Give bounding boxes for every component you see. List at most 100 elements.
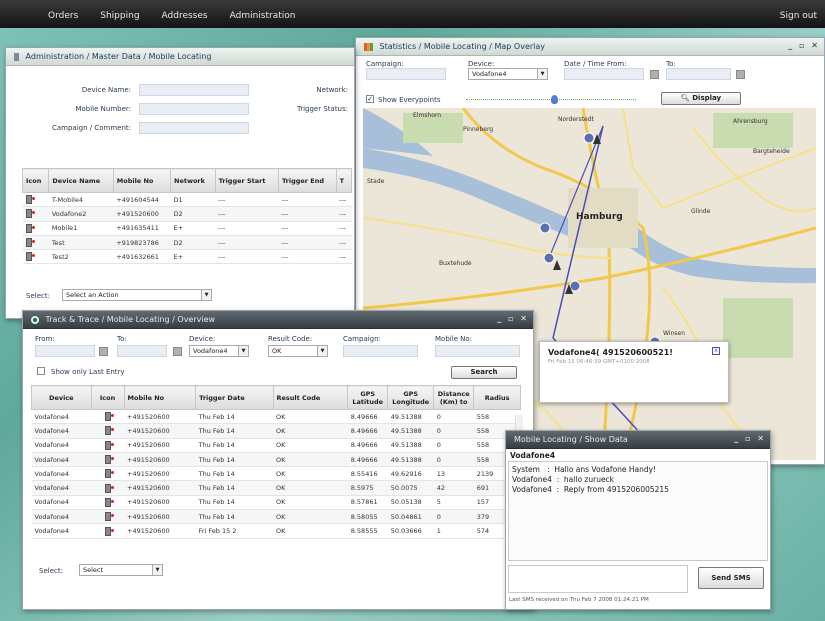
campaign-input[interactable] — [343, 345, 418, 357]
sign-out-link[interactable]: Sign out — [780, 11, 817, 21]
phone-icon — [104, 497, 114, 507]
map-place-label: Stade — [367, 178, 385, 185]
table-row[interactable]: Vodafone4 +491520600 Thu Feb 14 OK 8.597… — [31, 480, 521, 496]
phone-icon — [25, 252, 35, 262]
result-code-label: Result Code: — [268, 335, 313, 343]
column-header[interactable]: Mobile No — [123, 385, 197, 410]
slider-handle[interactable] — [551, 95, 559, 104]
search-icon — [31, 315, 39, 324]
column-header[interactable]: Icon — [21, 168, 50, 193]
device-select[interactable]: Vodafone4 ▼ — [468, 68, 548, 80]
nav-administration[interactable]: Administration — [230, 11, 296, 21]
calendar-icon[interactable] — [650, 70, 659, 79]
table-row[interactable]: Test2 +491632661 E+ --- --- --- — [22, 249, 352, 265]
show-last-entry-checkbox[interactable] — [37, 367, 45, 375]
device-select-value: Vodafone4 — [193, 347, 228, 355]
table-row[interactable]: Vodafone4 +491520600 Thu Feb 14 OK 8.496… — [31, 438, 521, 453]
show-data-titlebar[interactable]: Mobile Locating / Show Data _ ▫ ✕ — [506, 431, 770, 449]
result-code-select[interactable]: OK ▼ — [268, 345, 328, 357]
show-data-title: Mobile Locating / Show Data — [514, 435, 628, 444]
track-window-titlebar[interactable]: Track & Trace / Mobile Locating / Overvi… — [23, 311, 533, 329]
to-date-input[interactable] — [117, 345, 167, 357]
table-row[interactable]: Vodafone4 +491520600 Thu Feb 14 OK 8.496… — [31, 409, 521, 425]
cell-longitude: 49.51388 — [387, 409, 434, 425]
window-controls[interactable]: _ ▫ ✕ — [788, 41, 820, 50]
mobile-number-input[interactable] — [139, 103, 249, 115]
date-from-label: Date / Time From: — [564, 60, 627, 68]
window-controls[interactable]: _ ▫ ✕ — [734, 434, 766, 443]
message-log: System : Hallo ans Vodafone Handy! Vodaf… — [508, 461, 768, 561]
column-header[interactable]: T — [335, 168, 353, 193]
show-everypoints-checkbox[interactable]: ✓ — [366, 95, 374, 103]
campaign-comment-input[interactable] — [139, 122, 249, 134]
column-header[interactable]: Mobile No — [112, 168, 172, 193]
map-place-label: Pinneberg — [463, 126, 494, 133]
phone-icon — [104, 426, 114, 436]
table-row[interactable]: Vodafone2 +491520600 D2 --- --- --- — [22, 206, 352, 222]
calendar-icon[interactable] — [736, 70, 745, 79]
column-header[interactable]: Device — [31, 385, 92, 410]
table-row[interactable]: Vodafone4 +491520600 Thu Feb 14 OK 8.578… — [31, 495, 521, 511]
table-row[interactable]: Vodafone4 +491520600 Thu Feb 14 OK 8.580… — [31, 509, 521, 525]
phone-icon — [104, 469, 114, 479]
cell-t: --- — [336, 221, 352, 236]
icon-cell — [91, 466, 125, 482]
calendar-icon[interactable] — [99, 347, 108, 356]
device-name-input[interactable] — [139, 84, 249, 96]
cell-result-code: OK — [273, 409, 348, 425]
table-row[interactable]: T-Mobile4 +491604544 D1 --- --- --- — [22, 192, 352, 208]
column-header[interactable]: Network — [170, 168, 216, 193]
action-select[interactable]: Select an Action ▼ — [62, 289, 212, 301]
cell-mobile: +491520600 — [124, 452, 196, 468]
map-place-label: Elmshorn — [413, 112, 442, 119]
column-header[interactable]: Trigger Date — [195, 385, 274, 410]
admin-window-titlebar[interactable]: Administration / Master Data / Mobile Lo… — [6, 48, 354, 66]
message-line: Vodafone4 : Reply from 4915206005215 — [512, 485, 669, 494]
cell-device-name: Mobile1 — [48, 221, 114, 236]
cell-result-code: OK — [273, 423, 348, 439]
column-header[interactable]: Radius — [473, 385, 521, 410]
phone-icon — [25, 195, 35, 205]
cell-device: Vodafone4 — [31, 452, 92, 468]
send-sms-button[interactable]: Send SMS — [698, 567, 764, 589]
mobile-no-input[interactable] — [435, 345, 520, 357]
icon-cell — [91, 452, 125, 468]
display-button[interactable]: 🔍︎ Display — [661, 92, 741, 105]
cell-mobile: +491520600 — [124, 509, 196, 525]
date-to-input[interactable] — [666, 68, 731, 80]
table-row[interactable]: Vodafone4 +491520600 Thu Feb 14 OK 8.496… — [31, 423, 521, 439]
column-header[interactable]: Trigger End — [277, 168, 337, 193]
map-window-titlebar[interactable]: Statistics / Mobile Locating / Map Overl… — [356, 38, 824, 56]
table-row[interactable]: Vodafone4 +491520600 Thu Feb 14 OK 8.554… — [31, 466, 521, 482]
campaign-comment-label: Campaign / Comment: — [51, 124, 131, 132]
column-header[interactable]: Device Name — [48, 168, 114, 193]
bulk-select[interactable]: Select ▼ — [79, 564, 163, 576]
column-header[interactable]: Trigger Start — [214, 168, 279, 193]
column-header[interactable]: GPS Latitude — [347, 385, 389, 410]
window-controls[interactable]: _ ▫ ✕ — [497, 314, 529, 323]
column-header[interactable]: GPS Longitude — [387, 385, 435, 410]
nav-orders[interactable]: Orders — [48, 11, 78, 21]
popup-close-icon[interactable]: x — [712, 347, 720, 355]
table-row[interactable]: Vodafone4 +491520600 Fri Feb 15 2 OK 8.5… — [31, 523, 521, 539]
from-date-input[interactable] — [35, 345, 95, 357]
column-header[interactable]: Icon — [90, 385, 125, 410]
device-select[interactable]: Vodafone4 ▼ — [189, 345, 249, 357]
column-header[interactable]: Result Code — [272, 385, 349, 410]
nav-shipping[interactable]: Shipping — [100, 11, 139, 21]
calendar-icon[interactable] — [173, 347, 182, 356]
cell-t: --- — [336, 249, 352, 265]
campaign-input[interactable] — [366, 68, 446, 80]
search-button[interactable]: Search — [451, 366, 517, 379]
column-header[interactable]: Distance (Km) to — [433, 385, 475, 410]
table-row[interactable]: Mobile1 +491635411 E+ --- --- --- — [22, 221, 352, 236]
cell-trigger-date: Thu Feb 14 — [195, 480, 273, 496]
date-from-input[interactable] — [564, 68, 644, 80]
table-row[interactable]: Test +919823786 D2 --- --- --- — [22, 235, 352, 251]
cell-mobile: +491520600 — [124, 466, 196, 482]
sms-input[interactable] — [508, 565, 688, 593]
mobile-no-label: Mobile No: — [435, 335, 473, 343]
nav-addresses[interactable]: Addresses — [162, 11, 208, 21]
table-row[interactable]: Vodafone4 +491520600 Thu Feb 14 OK 8.496… — [31, 452, 521, 468]
zoom-slider[interactable] — [466, 95, 636, 104]
